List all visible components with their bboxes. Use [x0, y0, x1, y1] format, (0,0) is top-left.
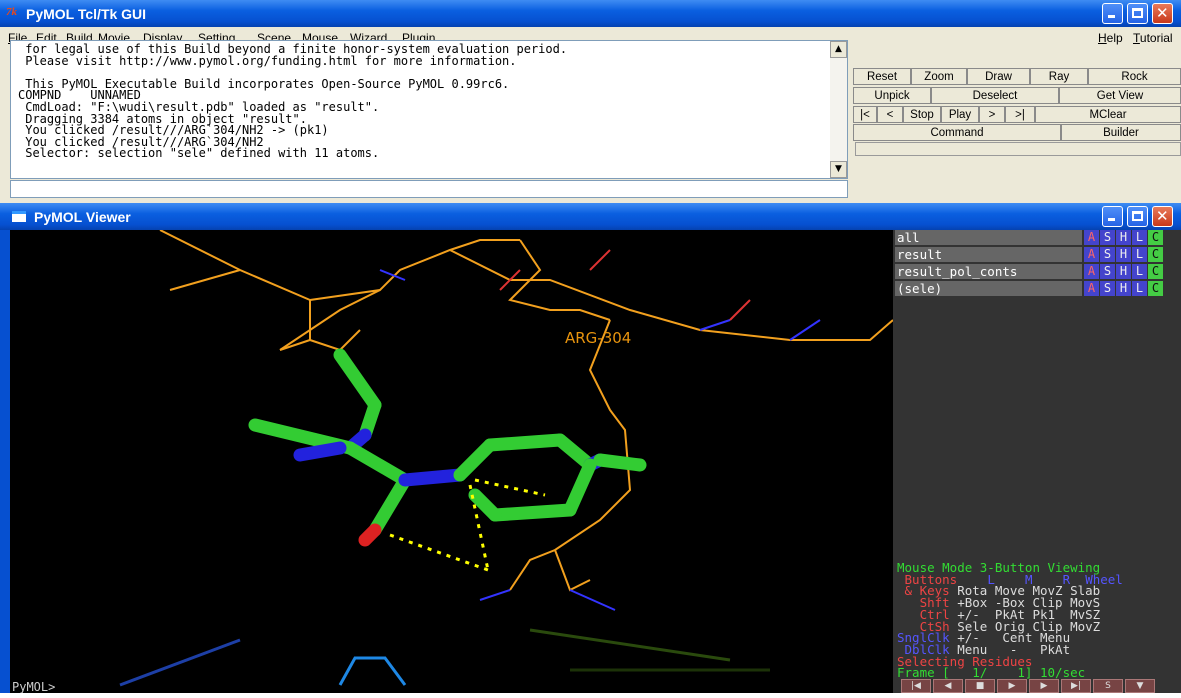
action-button[interactable]: A — [1084, 247, 1099, 262]
scene-s-icon[interactable]: S — [1093, 679, 1123, 693]
command-input[interactable] — [10, 180, 848, 198]
frame-counter: Frame [ 1/ 1] 10/sec — [897, 665, 1086, 681]
object-name[interactable]: result_pol_conts — [895, 264, 1082, 279]
builder-area — [855, 142, 1181, 156]
log-line: Selector: selection "sele" defined with … — [18, 146, 380, 161]
label-button[interactable]: L — [1132, 247, 1147, 262]
atom-label: ARG-304 — [565, 329, 631, 347]
next-frame-button[interactable]: > — [979, 106, 1005, 123]
action-button[interactable]: A — [1084, 230, 1099, 245]
viewer-title-bar[interactable]: PyMOL Viewer — [0, 203, 1181, 230]
mclear-button[interactable]: MClear — [1035, 106, 1181, 123]
label-button[interactable]: L — [1132, 264, 1147, 279]
builder-button[interactable]: Builder — [1061, 124, 1181, 141]
stop-icon[interactable]: ■ — [965, 679, 995, 693]
log-text: for legal use of this Build beyond a fin… — [18, 43, 567, 161]
object-row-all[interactable]: all A S H L C — [895, 230, 1181, 245]
molecular-viewport[interactable]: ARG-304 PyMOL>_ — [10, 229, 894, 694]
forward-icon[interactable]: ▶ — [1029, 679, 1059, 693]
tk-title-bar[interactable]: 7k PyMOL Tcl/Tk GUI — [0, 0, 1181, 27]
object-name[interactable]: all — [895, 230, 1082, 245]
action-button[interactable]: A — [1084, 281, 1099, 296]
play-button[interactable]: Play — [941, 106, 979, 123]
scroll-down-icon[interactable]: ▼ — [830, 161, 847, 178]
protein-chain — [159, 229, 894, 592]
frame-controls: |◀ ◀ ■ ▶ ▶ ▶| S ▼ — [893, 679, 1181, 693]
viewer-maximize-icon[interactable] — [1127, 206, 1148, 227]
end-icon[interactable]: ▶| — [1061, 679, 1091, 693]
zoom-button[interactable]: Zoom — [911, 68, 967, 85]
object-row-result-pol-conts[interactable]: result_pol_conts A S H L C — [895, 264, 1181, 279]
viewer-frame-left — [0, 230, 10, 693]
menu-help[interactable]: Help — [1098, 31, 1123, 45]
object-name[interactable]: (sele) — [895, 281, 1082, 296]
log-line: Please visit http://www.pymol.org/fundin… — [18, 53, 517, 68]
output-log: for legal use of this Build beyond a fin… — [10, 40, 848, 179]
show-button[interactable]: S — [1100, 230, 1115, 245]
back-icon[interactable]: ◀ — [933, 679, 963, 693]
molecule-render: ARG-304 PyMOL>_ — [12, 229, 894, 694]
play-icon[interactable]: ▶ — [997, 679, 1027, 693]
color-button[interactable]: C — [1148, 247, 1163, 262]
show-button[interactable]: S — [1100, 264, 1115, 279]
deselect-button[interactable]: Deselect — [931, 87, 1059, 104]
log-scrollbar[interactable]: ▲ ▼ — [830, 41, 847, 178]
ray-button[interactable]: Ray — [1030, 68, 1088, 85]
unpick-button[interactable]: Unpick — [853, 87, 931, 104]
prev-frame-button[interactable]: < — [877, 106, 903, 123]
object-row-result[interactable]: result A S H L C — [895, 247, 1181, 262]
tk-logo-icon: 7k — [6, 6, 17, 18]
show-button[interactable]: S — [1100, 247, 1115, 262]
object-name[interactable]: result — [895, 247, 1082, 262]
maximize-icon[interactable] — [1127, 3, 1148, 24]
viewer-window-title: PyMOL Viewer — [34, 209, 131, 225]
hide-button[interactable]: H — [1116, 281, 1131, 296]
window-icon — [12, 211, 26, 222]
hbond-dashes — [389, 478, 546, 572]
label-button[interactable]: L — [1132, 230, 1147, 245]
draw-button[interactable]: Draw — [967, 68, 1030, 85]
viewer-close-icon[interactable] — [1152, 206, 1173, 227]
pymol-prompt[interactable]: PyMOL>_ — [12, 680, 63, 694]
hide-button[interactable]: H — [1116, 247, 1131, 262]
dropdown-icon[interactable]: ▼ — [1125, 679, 1155, 693]
hide-button[interactable]: H — [1116, 230, 1131, 245]
ligand-sticks — [248, 348, 647, 547]
hide-button[interactable]: H — [1116, 264, 1131, 279]
show-button[interactable]: S — [1100, 281, 1115, 296]
color-button[interactable]: C — [1148, 264, 1163, 279]
viewer-minimize-icon[interactable] — [1102, 206, 1123, 227]
first-frame-button[interactable]: |< — [853, 106, 877, 123]
rewind-icon[interactable]: |◀ — [901, 679, 931, 693]
action-button[interactable]: A — [1084, 264, 1099, 279]
minimize-icon[interactable] — [1102, 3, 1123, 24]
color-button[interactable]: C — [1148, 230, 1163, 245]
get-view-button[interactable]: Get View — [1059, 87, 1181, 104]
menu-tutorial[interactable]: Tutorial — [1133, 31, 1173, 45]
stop-button[interactable]: Stop — [903, 106, 941, 123]
command-button[interactable]: Command — [853, 124, 1061, 141]
label-button[interactable]: L — [1132, 281, 1147, 296]
tk-window-title: PyMOL Tcl/Tk GUI — [26, 6, 147, 22]
rock-button[interactable]: Rock — [1088, 68, 1181, 85]
mouse-mode-panel: Mouse Mode 3-Button Viewing Buttons L M … — [897, 561, 1123, 681]
reset-button[interactable]: Reset — [853, 68, 911, 85]
last-frame-button[interactable]: >| — [1005, 106, 1035, 123]
close-icon[interactable] — [1152, 3, 1173, 24]
object-row-sele[interactable]: (sele) A S H L C — [895, 281, 1181, 296]
scroll-up-icon[interactable]: ▲ — [830, 41, 847, 58]
color-button[interactable]: C — [1148, 281, 1163, 296]
